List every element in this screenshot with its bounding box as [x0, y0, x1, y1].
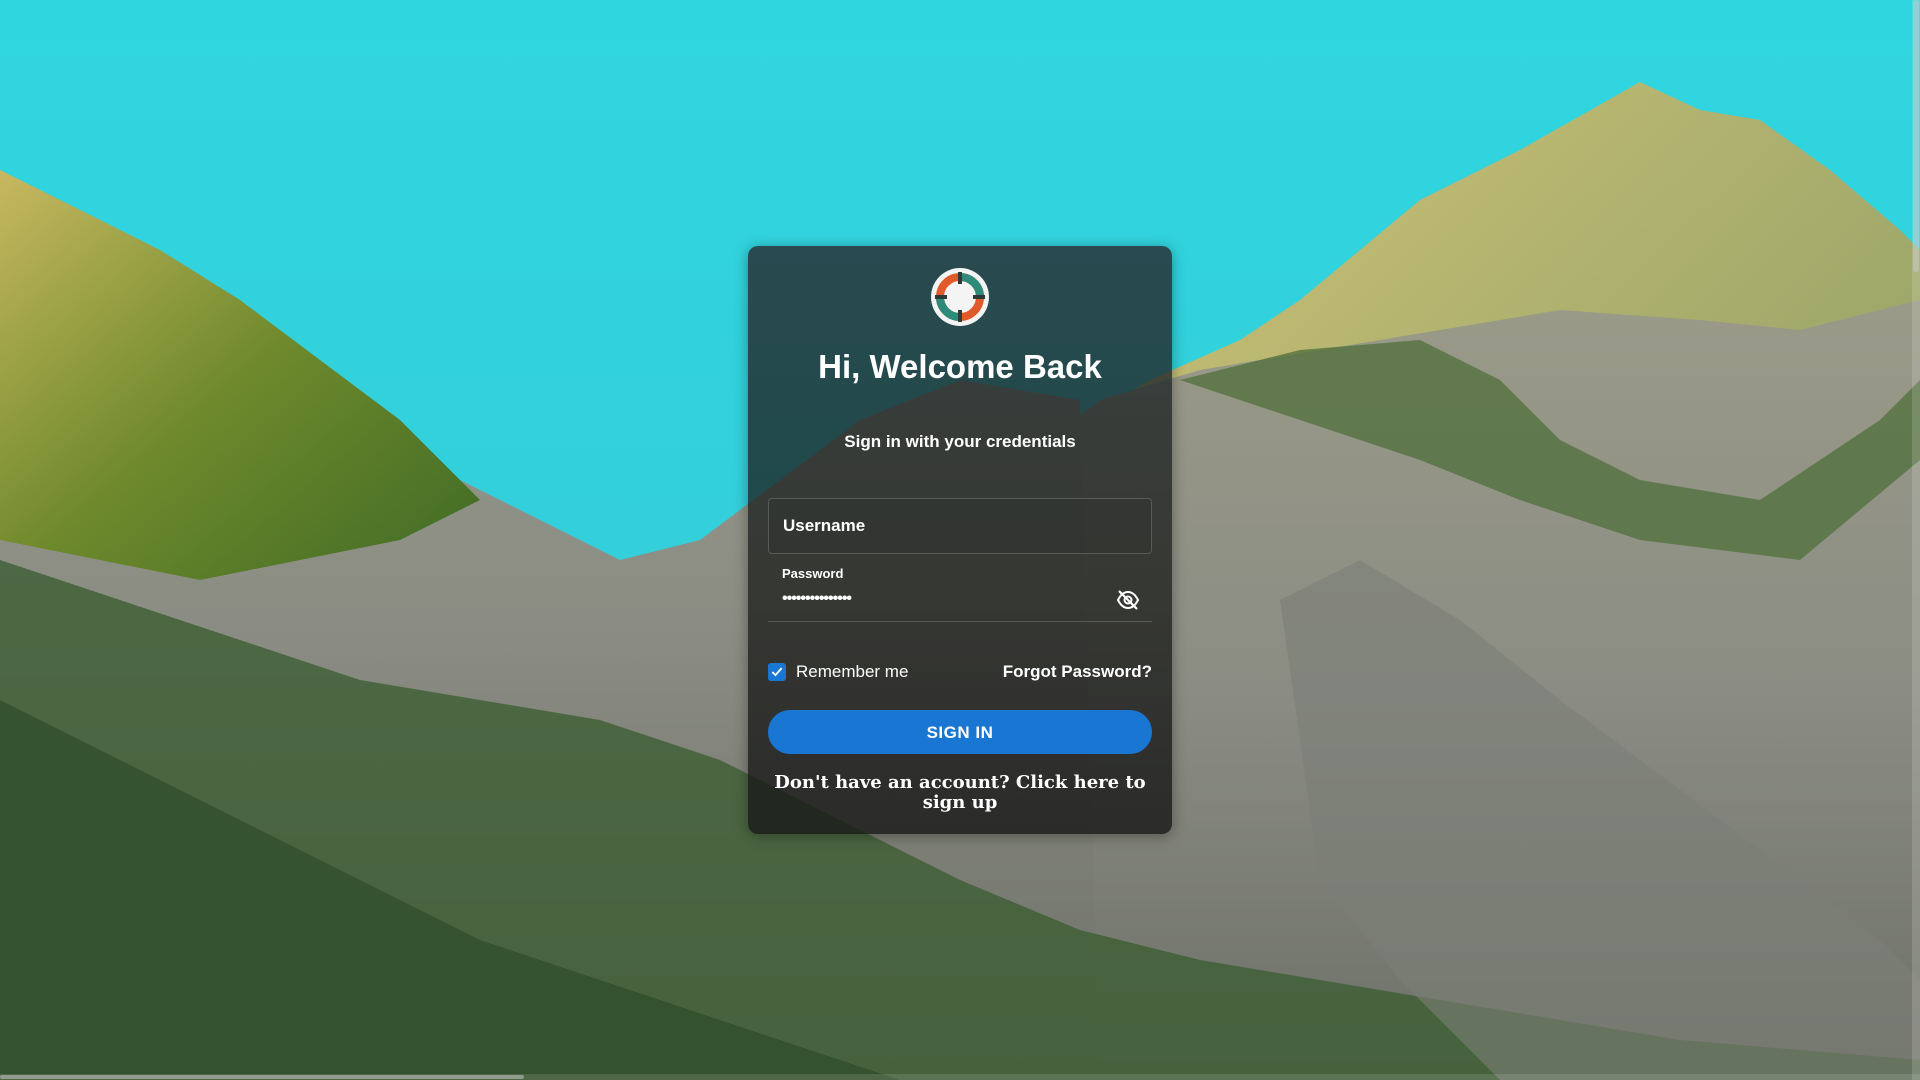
password-field[interactable]: Password ••••••••••••••• [768, 566, 1152, 622]
remember-label: Remember me [796, 662, 909, 681]
forgot-password-link[interactable]: Forgot Password? [1003, 662, 1152, 682]
eye-off-icon[interactable] [1116, 588, 1140, 612]
login-card: Hi, Welcome Back Sign in with your crede… [748, 246, 1172, 834]
login-page: Hi, Welcome Back Sign in with your crede… [0, 0, 1920, 1080]
username-field[interactable]: Username [768, 498, 1152, 554]
lifebuoy-logo-icon [931, 268, 989, 326]
vertical-scrollbar[interactable] [1912, 0, 1920, 1080]
username-placeholder: Username [783, 516, 866, 535]
sign-in-button[interactable]: SIGN IN [768, 710, 1152, 754]
horizontal-scrollbar-thumb[interactable] [0, 1075, 524, 1079]
password-label: Password [782, 566, 844, 581]
sign-up-link[interactable]: Don't have an account? Click here to sig… [768, 773, 1152, 813]
password-value: ••••••••••••••• [782, 590, 852, 607]
checkmark-icon [771, 667, 783, 677]
vertical-scrollbar-thumb[interactable] [1913, 0, 1919, 272]
horizontal-scrollbar[interactable] [0, 1074, 1920, 1080]
remember-me[interactable]: Remember me [768, 662, 908, 682]
remember-checkbox[interactable] [768, 663, 786, 681]
login-subtitle: Sign in with your credentials [844, 432, 1076, 451]
page-title: Hi, Welcome Back [818, 348, 1102, 385]
